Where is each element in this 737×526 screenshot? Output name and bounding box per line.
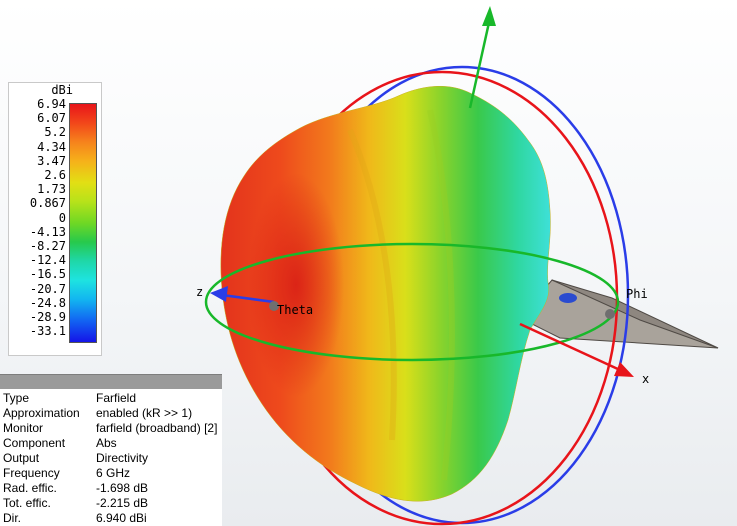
info-panel-header[interactable]: [0, 374, 222, 389]
info-row: Output Directivity: [0, 451, 222, 466]
info-panel: Type Farfield Approximation enabled (kR >> …: [0, 374, 222, 526]
x-axis-arrow: [614, 362, 634, 377]
info-key: Approximation: [3, 406, 80, 420]
phi-label: Phi: [626, 287, 648, 301]
info-value: Abs: [96, 436, 117, 450]
info-key: Tot. effic.: [3, 496, 51, 510]
y-axis-arrow: [482, 6, 496, 26]
info-key: Type: [3, 391, 30, 405]
info-value: enabled (kR >> 1): [96, 406, 193, 420]
legend-tick: 6.07: [37, 111, 66, 126]
phi-marker: [605, 309, 615, 319]
info-key: Frequency: [3, 466, 60, 480]
legend-tick: -16.5: [29, 267, 66, 282]
info-key: Component: [3, 436, 66, 450]
legend-tick: -12.4: [29, 253, 66, 268]
info-row: Component Abs: [0, 436, 222, 451]
color-legend: dBi 6.94 6.07 5.2 4.34 3.47 2.6 1.73 0.867 0 -4.1…: [8, 82, 102, 356]
origin-marker: [559, 293, 577, 303]
info-key: Rad. effic.: [3, 481, 57, 495]
info-row: Approximation enabled (kR >> 1): [0, 406, 222, 421]
info-value: Farfield: [96, 391, 137, 405]
info-row: Frequency 6 GHz: [0, 466, 222, 481]
legend-tick: 6.94: [37, 97, 66, 111]
legend-tick: -28.9: [29, 310, 66, 324]
info-row: Monitor farfield (broadband) [2]: [0, 421, 222, 436]
info-row: Type Farfield: [0, 391, 222, 406]
legend-tick: -4.13: [29, 224, 66, 239]
info-value: 6.940 dBi: [96, 511, 147, 525]
y-axis-line: [468, 17, 492, 109]
legend-color-bar: [69, 103, 97, 343]
info-value: -2.215 dB: [96, 496, 149, 510]
theta-label: Theta: [277, 303, 313, 317]
legend-tick: 0.867: [29, 196, 66, 211]
info-value: farfield (broadband) [2]: [96, 421, 218, 435]
info-value: -1.698 dB: [96, 481, 149, 495]
legend-tick: -33.1: [29, 324, 66, 339]
x-axis-label: x: [642, 372, 649, 386]
legend-tick: 5.2: [44, 125, 66, 140]
z-axis-label: z: [196, 285, 203, 299]
legend-tick: 1.73: [37, 182, 66, 197]
legend-tick: -8.27: [29, 239, 66, 253]
legend-unit: dBi: [51, 83, 73, 97]
info-row: Dir. 6.940 dBi: [0, 511, 222, 526]
legend-tick: 2.6: [44, 168, 66, 182]
info-value: 6 GHz: [96, 466, 131, 480]
legend-tick: 4.34: [37, 139, 66, 154]
info-value: Directivity: [96, 451, 149, 465]
info-row: Rad. effic. -1.698 dB: [0, 481, 222, 496]
info-row: Tot. effic. -2.215 dB: [0, 496, 222, 511]
info-key: Monitor: [3, 421, 44, 435]
legend-tick: -24.8: [29, 295, 66, 310]
info-key: Dir.: [3, 511, 21, 525]
legend-tick: 0: [58, 210, 66, 225]
legend-tick: -20.7: [29, 281, 66, 296]
max-directivity-spot: [248, 173, 344, 397]
info-key: Output: [3, 451, 40, 465]
legend-tick: 3.47: [37, 153, 66, 168]
